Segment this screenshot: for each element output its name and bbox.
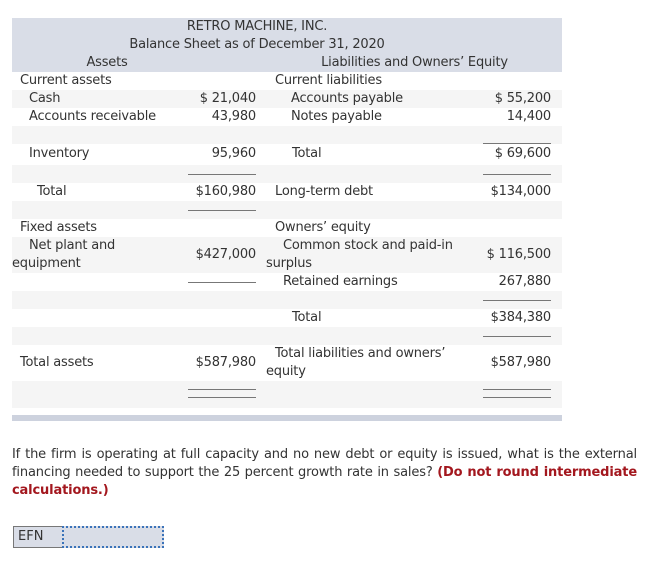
subtotal-underline: [188, 174, 256, 175]
total-liabilities-equity-label-line2: equity: [266, 364, 306, 379]
cash-value: $ 21,040: [199, 91, 256, 106]
sheet-subtitle: Balance Sheet as of December 31, 2020: [129, 37, 385, 52]
current-assets-total-label: Total: [37, 184, 67, 199]
notes-payable-value: 14,400: [506, 109, 551, 124]
table-row-spacer: [12, 126, 562, 144]
net-plant-label-line2: equipment: [12, 256, 81, 271]
efn-input[interactable]: [62, 526, 164, 548]
total-liabilities-equity-value: $587,980: [490, 355, 552, 370]
double-underline: [483, 389, 551, 390]
current-assets-total-value: $160,980: [195, 184, 257, 199]
subtotal-underline: [188, 282, 256, 283]
subtotal-underline: [483, 174, 551, 175]
long-term-debt-value: $134,000: [490, 184, 552, 199]
liabilities-header: Liabilities and Owners’ Equity: [321, 55, 508, 70]
common-stock-value: $ 116,500: [486, 247, 552, 262]
subtotal-underline: [483, 300, 551, 301]
subtotal-underline: [483, 336, 551, 337]
table-row-spacer: [12, 291, 562, 309]
current-liabilities-total-value: $ 69,600: [494, 146, 551, 161]
efn-answer-row: EFN: [13, 526, 164, 548]
assets-header: Assets: [86, 55, 128, 70]
double-underline: [188, 389, 256, 390]
table-row: Current assets Current liabilities: [12, 72, 562, 90]
common-stock-label-line2: surplus: [266, 256, 312, 271]
table-row: Net plant and equipment $427,000 Common …: [12, 237, 562, 273]
table-row: Retained earnings 267,880: [12, 273, 562, 291]
table-row: Total $160,980 Long-term debt $134,000: [12, 183, 562, 201]
double-underline: [188, 397, 256, 398]
long-term-debt-label: Long-term debt: [275, 184, 373, 199]
accounts-receivable-label: Accounts receivable: [29, 109, 156, 124]
company-name: RETRO MACHINE, INC.: [186, 19, 328, 34]
table-row: Accounts receivable 43,980 Notes payable…: [12, 108, 562, 126]
balance-sheet-table: RETRO MACHINE, INC. Balance Sheet as of …: [12, 18, 562, 421]
current-assets-label: Current assets: [20, 73, 112, 88]
inventory-label: Inventory: [29, 146, 90, 161]
retained-earnings-label: Retained earnings: [283, 274, 398, 289]
inventory-value: 95,960: [211, 146, 256, 161]
owners-equity-label: Owners’ equity: [275, 220, 371, 235]
table-header: RETRO MACHINE, INC. Balance Sheet as of …: [12, 18, 562, 72]
table-row-spacer: [12, 327, 562, 345]
current-liabilities-total-label: Total: [292, 146, 322, 161]
net-plant-value: $427,000: [195, 247, 257, 262]
table-row-spacer: [12, 201, 562, 219]
table-row: Cash $ 21,040 Accounts payable $ 55,200: [12, 90, 562, 108]
table-row: Total $384,380: [12, 309, 562, 327]
cash-label: Cash: [29, 91, 61, 106]
table-row: Total assets $587,980 Total liabilities …: [12, 345, 562, 381]
efn-label: EFN: [13, 526, 62, 548]
current-liabilities-label: Current liabilities: [275, 73, 382, 88]
accounts-payable-value: $ 55,200: [494, 91, 551, 106]
total-liabilities-equity-label-line1: Total liabilities and owners’: [275, 346, 446, 361]
common-stock-label-line1: Common stock and paid-in: [283, 238, 453, 253]
notes-payable-label: Notes payable: [291, 109, 382, 124]
double-underline: [483, 397, 551, 398]
total-assets-label: Total assets: [20, 355, 94, 370]
table-row: Inventory 95,960 Total $ 69,600: [12, 144, 562, 165]
accounts-receivable-value: 43,980: [211, 109, 256, 124]
fixed-assets-label: Fixed assets: [20, 220, 97, 235]
table-row: Fixed assets Owners’ equity: [12, 219, 562, 237]
net-plant-label-line1: Net plant and: [29, 238, 116, 253]
equity-total-label: Total: [292, 310, 322, 325]
subtotal-underline: [188, 210, 256, 211]
total-assets-value: $587,980: [195, 355, 257, 370]
question-text: If the firm is operating at full capacit…: [12, 446, 637, 500]
equity-total-value: $384,380: [490, 310, 552, 325]
table-row-spacer: [12, 165, 562, 183]
retained-earnings-value: 267,880: [498, 274, 552, 289]
table-footer-bar: [12, 415, 562, 421]
accounts-payable-label: Accounts payable: [291, 91, 403, 106]
table-row-spacer: [12, 381, 562, 408]
